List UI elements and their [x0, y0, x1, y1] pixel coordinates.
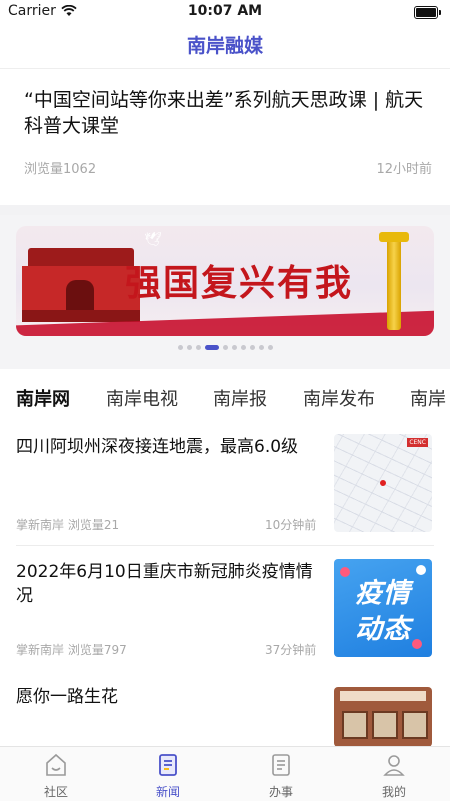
carousel-dot[interactable]: [240, 345, 246, 350]
nav-bar: 南岸融媒: [0, 24, 450, 69]
news-source-name: 掌新南岸: [16, 518, 65, 532]
list-item[interactable]: 2022年6月10日重庆市新冠肺炎疫情情况 掌新南岸 浏览量797 37分钟前 …: [0, 559, 450, 684]
bottom-tab-label: 我的: [381, 785, 406, 799]
community-home-icon: [46, 753, 66, 776]
bottom-tab-label: 新闻: [155, 785, 180, 799]
thumb-line1: 疫情: [355, 578, 411, 609]
app-title: 南岸融媒: [186, 35, 263, 57]
bottom-tab-label: 办事: [268, 785, 293, 799]
battery-icon: [414, 6, 441, 19]
tab-nanan-net[interactable]: 南岸网: [16, 385, 70, 412]
content-scroll[interactable]: “中国空间站等你来出差”系列航天思政课 | 航天科普大课堂 浏览量1062 12…: [0, 69, 450, 746]
carousel-dot[interactable]: [267, 345, 273, 350]
epicenter-marker-icon: [380, 480, 386, 486]
divider: [16, 545, 434, 546]
news-views: 浏览量21: [67, 518, 120, 532]
carousel-dot[interactable]: [177, 345, 183, 350]
bottom-tab-mine[interactable]: 我的: [338, 747, 450, 801]
banner-carousel[interactable]: 🕊 强国复兴有我: [0, 215, 450, 369]
bottom-tab-news[interactable]: 新闻: [112, 747, 224, 801]
featured-title: “中国空间站等你来出差”系列航天思政课 | 航天科普大课堂: [24, 89, 424, 137]
carousel-dot[interactable]: [195, 345, 201, 350]
services-clipboard-icon: [272, 754, 290, 776]
list-item[interactable]: 愿你一路生花: [0, 683, 450, 746]
news-time: 10分钟前: [265, 518, 317, 532]
classroom-thumbnail: [334, 687, 432, 746]
status-bar: Carrier 10:07 AM: [0, 0, 450, 24]
tab-nanan-paper[interactable]: 南岸报: [213, 385, 267, 411]
profile-person-icon: [383, 755, 405, 776]
section-gap: [0, 205, 450, 215]
news-source-name: 掌新南岸: [16, 643, 65, 657]
bottom-tab-bar: 社区 新闻 办事 我的: [0, 746, 450, 801]
earthquake-map-thumbnail: CENC: [334, 434, 432, 532]
tab-nanan-more[interactable]: 南岸: [410, 385, 446, 411]
thumb-line2: 动态: [355, 614, 411, 645]
news-title: 2022年6月10日重庆市新冠肺炎疫情情况: [16, 562, 313, 606]
carousel-dot[interactable]: [204, 345, 219, 350]
news-source: 掌新南岸 浏览量21: [16, 516, 119, 533]
news-title: 四川阿坝州深夜接连地震，最高6.0级: [16, 437, 299, 457]
carousel-dot[interactable]: [231, 345, 237, 350]
carousel-dot[interactable]: [258, 345, 264, 350]
dove-icon: 🕊: [144, 232, 162, 248]
featured-article[interactable]: “中国空间站等你来出差”系列航天思政课 | 航天科普大课堂 浏览量1062 12…: [0, 69, 450, 205]
news-views: 浏览量797: [67, 643, 127, 657]
news-source: 掌新南岸 浏览量797: [16, 641, 127, 658]
banner-text: 强国复兴有我: [124, 262, 353, 304]
tab-nanan-tv[interactable]: 南岸电视: [106, 385, 178, 411]
tab-nanan-release[interactable]: 南岸发布: [303, 385, 375, 411]
carousel-page-indicator: [0, 345, 450, 350]
tiananmen-gate-illustration: [22, 248, 140, 322]
carousel-dot[interactable]: [186, 345, 192, 350]
epidemic-update-thumbnail: 疫情 动态: [334, 559, 432, 657]
carousel-dot[interactable]: [249, 345, 255, 350]
featured-views: 浏览量1062: [24, 162, 97, 177]
featured-time: 12小时前: [376, 162, 432, 177]
banner-slide[interactable]: 🕊 强国复兴有我: [16, 226, 434, 336]
carousel-dot[interactable]: [222, 345, 228, 350]
news-time: 37分钟前: [265, 643, 317, 657]
news-title: 愿你一路生花: [16, 687, 118, 707]
bottom-tab-label: 社区: [43, 785, 68, 799]
bottom-tab-services[interactable]: 办事: [225, 747, 337, 801]
news-document-icon: [159, 754, 177, 776]
list-item[interactable]: 四川阿坝州深夜接连地震，最高6.0级 掌新南岸 浏览量21 10分钟前 CENC: [0, 434, 450, 546]
channel-tabs: 南岸网 南岸电视 南岸报 南岸发布 南岸: [0, 369, 450, 425]
huabiao-pillar-illustration: [379, 232, 409, 330]
clock: 10:07 AM: [187, 3, 263, 19]
bottom-tab-community[interactable]: 社区: [0, 747, 112, 801]
